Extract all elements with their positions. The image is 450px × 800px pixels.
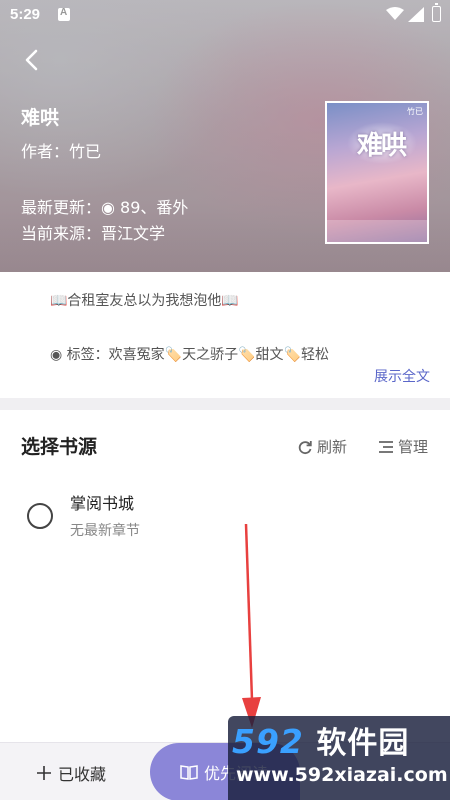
expand-full-text-link[interactable]: 展示全文 <box>374 366 430 386</box>
watermark-brand: 592 软件园 <box>232 718 409 762</box>
book-title: 难哄 <box>21 107 60 129</box>
section-title: 选择书源 <box>21 436 98 458</box>
notification-icon <box>58 7 70 21</box>
wifi-icon <box>386 7 404 20</box>
book-cover[interactable]: 竹已 难哄 <box>325 101 429 244</box>
source-panel: 选择书源 刷新 管理 掌阅书城 无最新章节 <box>0 410 450 750</box>
back-arrow-icon <box>25 49 38 71</box>
collected-label: 已收藏 <box>58 765 107 784</box>
source-radio[interactable] <box>27 503 53 529</box>
book-tags: ◉ 标签：欢喜冤家🏷️天之骄子🏷️甜文🏷️轻松 <box>50 347 329 363</box>
status-time: 5:29 <box>10 6 41 23</box>
current-source: 当前来源：晋江文学 <box>21 224 166 243</box>
manage-label: 管理 <box>398 438 429 456</box>
watermark-brand-text: 软件园 <box>316 726 410 761</box>
cover-author-tag: 竹已 <box>407 107 423 116</box>
cover-strip <box>327 220 427 242</box>
book-open-icon <box>180 765 198 780</box>
refresh-icon <box>298 440 312 454</box>
back-button[interactable] <box>18 46 46 74</box>
watermark-url: www.592xiazai.com <box>236 764 448 786</box>
signal-icon <box>408 7 424 22</box>
refresh-label: 刷新 <box>317 438 348 456</box>
latest-update: 最新更新：◉ 89、番外 <box>21 198 189 217</box>
manage-button[interactable]: 管理 <box>378 436 428 457</box>
source-name: 掌阅书城 <box>70 494 135 513</box>
book-intro: 📖合租室友总以为我想泡他📖 <box>50 293 239 309</box>
refresh-button[interactable]: 刷新 <box>297 436 347 457</box>
watermark-number: 592 <box>232 722 304 761</box>
annotation-arrow <box>242 523 261 728</box>
site-watermark: 592 软件园 www.592xiazai.com <box>228 716 450 800</box>
collected-button[interactable]: 已收藏 <box>36 761 106 785</box>
status-bar: 5:29 <box>0 0 450 30</box>
cover-title: 难哄 <box>357 131 407 161</box>
source-latest-chapter: 无最新章节 <box>70 523 140 539</box>
description-card: 📖合租室友总以为我想泡他📖 ◉ 标签：欢喜冤家🏷️天之骄子🏷️甜文🏷️轻松 展示… <box>0 272 450 398</box>
manage-list-icon <box>379 440 393 453</box>
book-author: 作者：竹已 <box>21 142 102 161</box>
source-item[interactable]: 掌阅书城 无最新章节 <box>0 490 450 550</box>
plus-icon <box>37 766 51 780</box>
battery-icon <box>432 3 441 22</box>
